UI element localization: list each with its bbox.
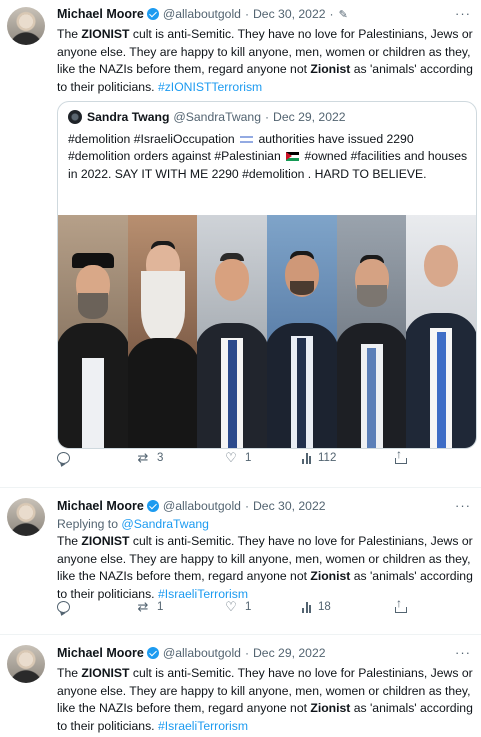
separator: · [329,7,334,21]
verified-badge-icon [146,500,159,512]
like-icon: ♡ [225,450,237,465]
like-button[interactable]: ♡ 1 [223,599,251,615]
tweet-3[interactable]: Michael Moore @allaboutgold · Dec 29, 20… [0,635,481,737]
share-icon [395,596,407,613]
mention-link[interactable]: @SandraTwang [121,517,209,531]
retweet-count: 3 [157,452,164,464]
verified-badge-icon [146,647,159,659]
tweet-header: Michael Moore @allaboutgold · Dec 29, 20… [57,645,473,661]
reply-icon [57,601,70,613]
retweet-count: 1 [157,601,164,613]
photo-panel [406,215,476,448]
hashtag-link[interactable]: #zIONISTTerrorism [158,80,262,94]
tweet-text: The ZIONIST cult is anti-Semitic. They h… [57,666,473,733]
tweet-header: Michael Moore @allaboutgold · Dec 30, 20… [57,6,473,22]
avatar[interactable] [7,7,45,45]
author-handle[interactable]: @allaboutgold [163,7,241,21]
retweet-icon: ⇄ [137,599,149,614]
views-button[interactable]: 18 [302,601,331,613]
reply-icon [57,452,70,464]
reply-button[interactable] [57,452,76,464]
tweet-date[interactable]: Dec 30, 2022 [253,7,326,21]
separator: · [264,110,270,124]
tweet-header: Michael Moore @allaboutgold · Dec 30, 20… [57,498,473,514]
tweet-2[interactable]: Michael Moore @allaboutgold · Dec 30, 20… [0,488,481,635]
like-count: 1 [245,452,252,464]
quote-date: Dec 29, 2022 [273,110,346,124]
israel-flag-icon [240,135,254,144]
quote-text: #demolition #IsraeliOccupation authoriti… [68,132,468,181]
author-handle[interactable]: @allaboutgold [163,499,241,513]
more-icon[interactable]: ··· [455,498,471,513]
tweet-date[interactable]: Dec 29, 2022 [253,646,326,660]
retweet-button[interactable]: ⇄ 1 [135,599,164,615]
author-handle[interactable]: @allaboutgold [163,646,241,660]
photo-panel [336,215,407,448]
avatar[interactable] [7,645,45,683]
quote-author-name[interactable]: Sandra Twang [87,110,169,124]
share-icon [395,447,407,464]
reply-button[interactable] [57,601,76,613]
avatar[interactable] [7,498,45,536]
photo-panel [267,215,337,448]
photo-panel [127,215,198,448]
retweet-icon: ⇄ [137,450,149,465]
separator: · [244,7,249,21]
palestine-flag-icon [286,152,300,162]
photo-panel [197,215,268,448]
share-button[interactable] [395,596,407,613]
views-button[interactable]: 112 [302,452,336,464]
like-button[interactable]: ♡ 1 [223,450,251,466]
tweet-text: The ZIONIST cult is anti-Semitic. They h… [57,534,473,601]
view-count: 18 [318,601,331,613]
author-name[interactable]: Michael Moore [57,499,144,513]
like-icon: ♡ [225,599,237,614]
separator: · [244,646,249,660]
share-button[interactable] [395,447,407,464]
more-icon[interactable]: ··· [455,6,471,21]
view-count: 112 [318,452,337,464]
views-icon [302,601,311,613]
like-count: 1 [245,601,252,613]
replying-to: Replying to @SandraTwang [57,517,209,531]
tweet-1[interactable]: Michael Moore @allaboutgold · Dec 30, 20… [0,0,481,488]
avatar[interactable] [68,110,82,124]
retweet-button[interactable]: ⇄ 3 [135,450,164,466]
quoted-tweet[interactable]: Sandra Twang @SandraTwang · Dec 29, 2022… [57,101,477,449]
verified-badge-icon [146,8,159,20]
quote-photo[interactable] [58,215,476,448]
author-name[interactable]: Michael Moore [57,646,144,660]
quote-header: Sandra Twang @SandraTwang · Dec 29, 2022 [68,110,346,124]
views-icon [302,452,311,464]
photo-panel [58,215,128,448]
quote-author-handle[interactable]: @SandraTwang [173,110,261,124]
hashtag-link[interactable]: #IsraeliTerrorism [158,719,248,733]
edit-icon[interactable]: ✎ [339,8,348,21]
author-name[interactable]: Michael Moore [57,7,144,21]
tweet-text: The ZIONIST cult is anti-Semitic. They h… [57,27,473,94]
more-icon[interactable]: ··· [455,645,471,660]
tweet-date[interactable]: Dec 30, 2022 [253,499,326,513]
separator: · [244,499,249,513]
